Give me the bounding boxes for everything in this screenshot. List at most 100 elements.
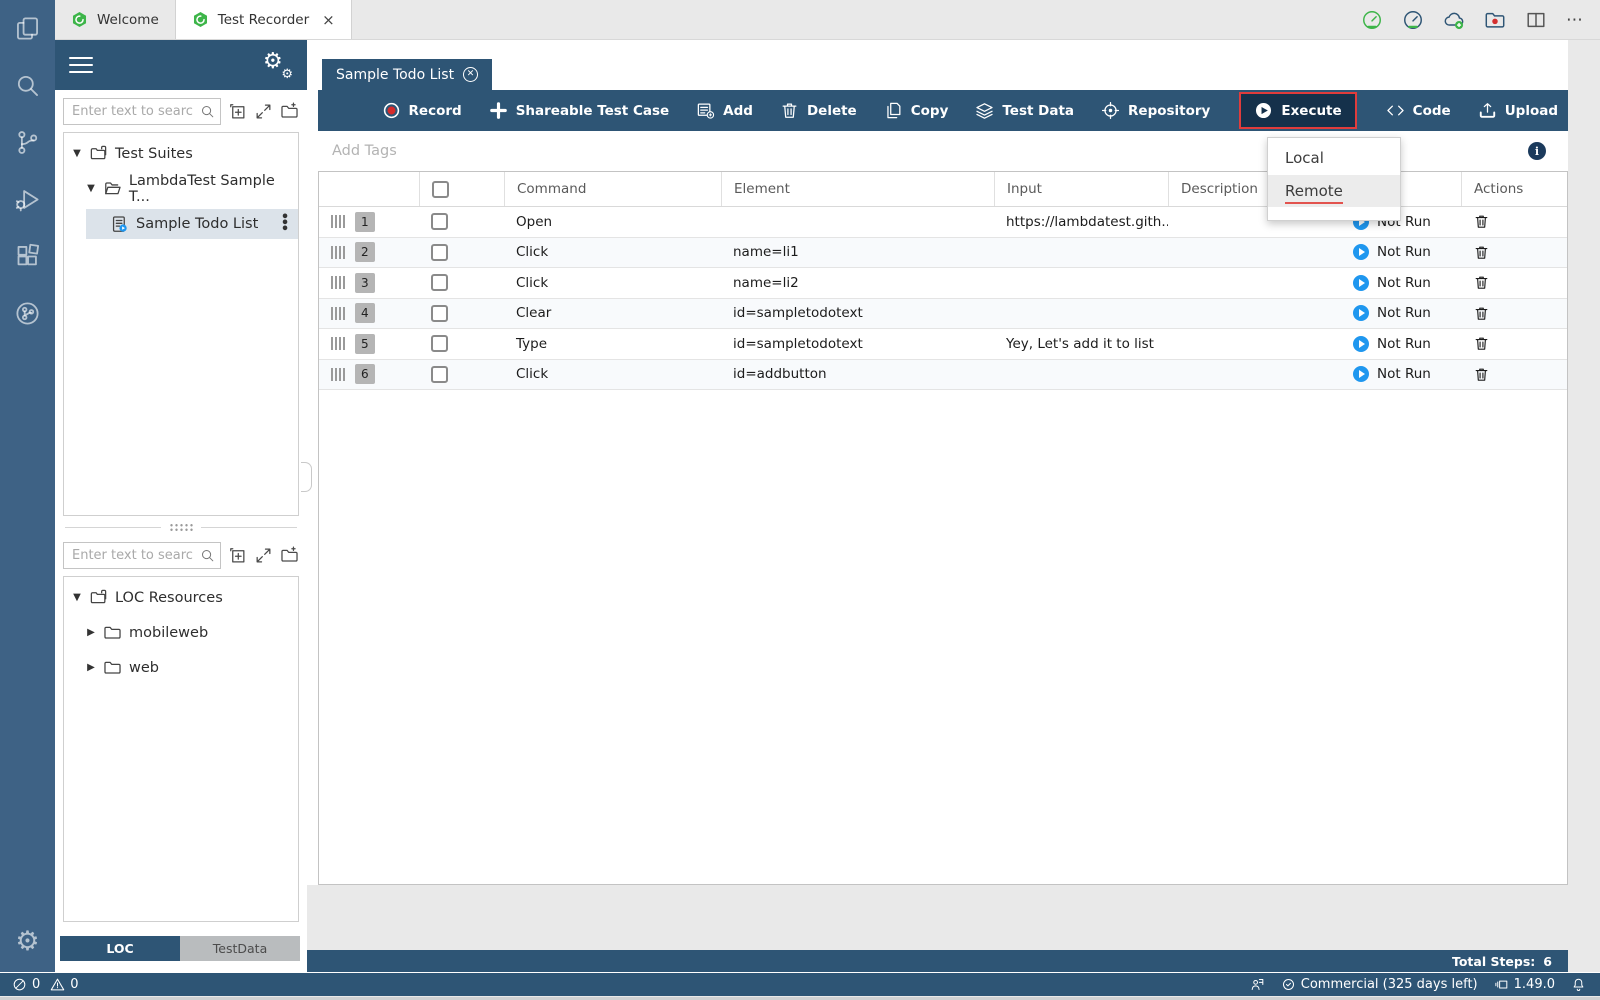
drag-handle-icon[interactable]: [331, 276, 345, 289]
tree-item-lambdatest-sample[interactable]: ▼ LambdaTest Sample T...: [64, 174, 298, 203]
close-icon[interactable]: ×: [322, 11, 335, 29]
tab-welcome[interactable]: Welcome: [55, 0, 176, 39]
feedback-person-icon[interactable]: [1250, 977, 1265, 992]
cell-description[interactable]: [1168, 329, 1341, 359]
expand-all-icon[interactable]: [254, 102, 273, 121]
record-button[interactable]: Record: [382, 101, 462, 120]
cell-input[interactable]: [994, 238, 1168, 268]
copy-button[interactable]: Copy: [884, 101, 949, 120]
cell-input[interactable]: [994, 360, 1168, 390]
run-step-icon[interactable]: [1353, 244, 1369, 260]
drag-handle-icon[interactable]: [331, 337, 345, 350]
drag-handle-icon[interactable]: [331, 368, 345, 381]
cell-command[interactable]: Type: [504, 329, 721, 359]
caret-down-icon[interactable]: ▼: [86, 183, 96, 194]
cell-element[interactable]: id=sampletodotext: [721, 299, 994, 329]
errors-indicator[interactable]: 0: [12, 977, 40, 992]
cell-command[interactable]: Click: [504, 238, 721, 268]
close-icon[interactable]: ✕: [463, 67, 478, 82]
recorder-folder-icon[interactable]: [1484, 9, 1506, 31]
search-icon[interactable]: [0, 57, 55, 114]
editor-tab-sample-todo-list[interactable]: Sample Todo List ✕: [322, 59, 492, 90]
drag-handle-icon[interactable]: [331, 215, 345, 228]
cell-input[interactable]: Yey, Let's add it to list: [994, 329, 1168, 359]
resources-search-input[interactable]: [63, 542, 221, 569]
row-checkbox[interactable]: [431, 244, 448, 261]
upload-button[interactable]: Upload: [1478, 101, 1558, 120]
kebab-menu-icon[interactable]: •••: [280, 215, 290, 233]
cell-command[interactable]: Open: [504, 207, 721, 237]
code-button[interactable]: Code: [1386, 101, 1451, 120]
panel-splitter[interactable]: [55, 520, 307, 534]
run-debug-icon[interactable]: [0, 171, 55, 228]
caret-down-icon[interactable]: ▼: [72, 592, 82, 603]
speed-gauge-green-icon[interactable]: [1361, 9, 1383, 31]
tab-test-recorder[interactable]: Test Recorder ×: [176, 0, 352, 39]
tree-item-test-suites[interactable]: ▼ Test Suites: [64, 139, 298, 168]
license-indicator[interactable]: Commercial (325 days left): [1281, 977, 1478, 992]
source-control-icon[interactable]: [0, 114, 55, 171]
caret-down-icon[interactable]: ▼: [72, 148, 82, 159]
tree-item-loc-resources[interactable]: ▼ LOC Resources: [64, 583, 298, 612]
delete-button[interactable]: Delete: [780, 101, 857, 120]
tree-item-sample-todo-list[interactable]: Sample Todo List •••: [86, 209, 298, 239]
sidebar-resize-handle[interactable]: [301, 462, 312, 492]
run-step-icon[interactable]: [1353, 275, 1369, 291]
cell-description[interactable]: [1168, 238, 1341, 268]
speed-gauge-icon[interactable]: [1402, 9, 1424, 31]
add-button[interactable]: Add: [696, 101, 753, 120]
test-hub-icon[interactable]: [0, 285, 55, 342]
repository-button[interactable]: Repository: [1101, 101, 1210, 120]
execute-menu-local[interactable]: Local: [1268, 138, 1400, 175]
cloud-add-icon[interactable]: [1443, 9, 1465, 31]
tab-testdata[interactable]: TestData: [180, 936, 300, 961]
cell-element[interactable]: name=li2: [721, 268, 994, 298]
add-tags-input[interactable]: [318, 143, 718, 159]
delete-step-icon[interactable]: [1473, 274, 1490, 291]
notifications-bell-icon[interactable]: [1571, 977, 1586, 992]
expand-all-icon[interactable]: [254, 546, 273, 565]
cell-command[interactable]: Click: [504, 268, 721, 298]
row-checkbox[interactable]: [431, 366, 448, 383]
settings-gears-icon[interactable]: ⚙⚙: [263, 51, 293, 79]
row-checkbox[interactable]: [431, 274, 448, 291]
cell-description[interactable]: [1168, 299, 1341, 329]
test-data-button[interactable]: Test Data: [975, 101, 1074, 120]
cell-command[interactable]: Click: [504, 360, 721, 390]
run-step-icon[interactable]: [1353, 336, 1369, 352]
info-icon[interactable]: i: [1528, 142, 1546, 160]
split-layout-icon[interactable]: [1525, 9, 1547, 31]
cell-element[interactable]: id=addbutton: [721, 360, 994, 390]
cell-element[interactable]: [721, 207, 994, 237]
delete-step-icon[interactable]: [1473, 335, 1490, 352]
shareable-test-case-button[interactable]: Shareable Test Case: [489, 101, 669, 120]
select-all-checkbox[interactable]: [432, 181, 449, 198]
cell-element[interactable]: id=sampletodotext: [721, 329, 994, 359]
cell-command[interactable]: Clear: [504, 299, 721, 329]
caret-right-icon[interactable]: ▶: [86, 662, 96, 673]
run-step-icon[interactable]: [1353, 366, 1369, 382]
cell-description[interactable]: [1168, 268, 1341, 298]
more-icon[interactable]: ⋯: [1566, 10, 1584, 30]
menu-icon[interactable]: [69, 52, 93, 77]
new-item-icon[interactable]: [228, 102, 247, 121]
cell-element[interactable]: name=li1: [721, 238, 994, 268]
files-icon[interactable]: [0, 0, 55, 57]
row-checkbox[interactable]: [431, 305, 448, 322]
tree-item-mobileweb[interactable]: ▶ mobileweb: [64, 618, 298, 647]
new-item-icon[interactable]: [228, 546, 247, 565]
version-indicator[interactable]: 1.49.0: [1494, 977, 1555, 992]
cell-description[interactable]: [1168, 360, 1341, 390]
execute-button[interactable]: Execute: [1239, 92, 1356, 129]
settings-gear-icon[interactable]: ⚙: [0, 910, 55, 972]
drag-handle-icon[interactable]: [331, 246, 345, 259]
cell-input[interactable]: https://lambdatest.gith...: [994, 207, 1168, 237]
warnings-indicator[interactable]: 0: [50, 977, 78, 992]
new-folder-icon[interactable]: [280, 102, 299, 121]
new-folder-icon[interactable]: [280, 546, 299, 565]
delete-step-icon[interactable]: [1473, 213, 1490, 230]
row-checkbox[interactable]: [431, 335, 448, 352]
splitter-grip[interactable]: [169, 523, 193, 532]
cell-input[interactable]: [994, 299, 1168, 329]
drag-handle-icon[interactable]: [331, 307, 345, 320]
